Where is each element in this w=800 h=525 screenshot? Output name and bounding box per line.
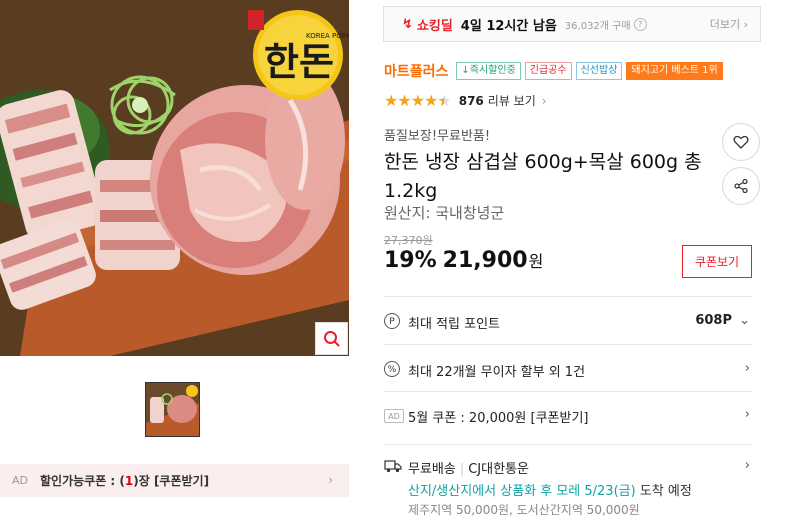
chevron-right-icon: › — [744, 458, 750, 473]
deal-time-left: 4일 12시간 남음 — [460, 18, 557, 34]
points-row[interactable]: P 최대 적립 포인트 608P ⌄ — [384, 296, 752, 344]
pork-photo: 한돈 KOREA PORK — [0, 0, 349, 356]
deal-sold-count: 36,032개 구매 — [564, 20, 631, 32]
installment-label: 최대 22개월 무이자 할부 외 1건 — [408, 365, 586, 380]
coupon-label: 5월 쿠폰 : 20,000원 [쿠폰받기] — [408, 411, 589, 426]
coupon-bar[interactable]: AD 할인가능쿠폰 : (1)장 [쿠폰받기] › — [0, 464, 349, 497]
star-rating: ★★★★★ — [384, 91, 452, 110]
badge-fresh: 신선밥상 — [575, 62, 623, 80]
review-count: 876 — [458, 93, 484, 108]
shipping-row[interactable]: 무료배송 | CJ대한통운 › 산지/생산지에서 상품화 후 모레 5/23(금) … — [384, 444, 752, 525]
ad-label: AD — [12, 474, 28, 487]
coupon-row[interactable]: AD 5월 쿠폰 : 20,000원 [쿠폰받기] › — [384, 391, 752, 436]
discount-rate: 19% — [384, 248, 437, 273]
product-title: 한돈 냉장 삼겹살 600g+목살 600g 총 1.2kg — [384, 151, 702, 202]
review-link[interactable]: 리뷰 보기 — [488, 92, 536, 109]
coupon-bar-text: 할인가능쿠폰 : (1)장 [쿠폰받기] — [40, 474, 210, 488]
percent-icon: % — [384, 361, 400, 377]
deal-label: 쇼킹딜 — [416, 18, 453, 34]
product-origin: 원산지: 국내창녕군 — [384, 204, 505, 222]
original-price: 27,370원 — [384, 234, 433, 247]
share-icon — [734, 178, 748, 194]
price-row: 19% 21,900 원 — [384, 248, 543, 273]
badge-urgent: 긴급공수 — [524, 62, 572, 80]
shop-row: 마트플러스 ↓즉시할인중 긴급공수 신선밥상 돼지고기 베스트 1위 — [384, 61, 723, 81]
shocking-deal-bar: ↯ 쇼킹딜 4일 12시간 남음 36,032개 구매 ? 더보기 › — [383, 6, 761, 42]
chevron-right-icon: › — [744, 361, 750, 376]
coupon-view-button[interactable]: 쿠폰보기 — [682, 245, 752, 278]
sale-price: 21,900 — [442, 248, 528, 273]
chevron-right-icon: › — [541, 93, 547, 108]
carrier-name: CJ대한통운 — [468, 462, 529, 477]
zoom-button[interactable] — [315, 322, 348, 355]
product-thumbnail[interactable] — [145, 382, 200, 437]
rating-row[interactable]: ★★★★★ 876 리뷰 보기 › — [384, 91, 547, 110]
points-label: 최대 적립 포인트 — [408, 317, 500, 332]
ad-badge: AD — [384, 409, 404, 423]
chevron-right-icon: › — [328, 473, 333, 487]
share-button[interactable] — [722, 167, 760, 205]
logo-text: 한돈 — [264, 39, 334, 84]
points-value: 608P — [695, 313, 732, 328]
chevron-right-icon: › — [744, 407, 750, 422]
chevron-down-icon: ⌄ — [739, 313, 750, 328]
points-icon: P — [384, 313, 400, 329]
bolt-icon: ↯ — [402, 16, 413, 32]
deal-more-link[interactable]: 더보기 › — [710, 16, 748, 32]
price-unit: 원 — [528, 252, 544, 271]
product-promo: 품질보장!무료반품! — [384, 129, 491, 144]
shipping-label: 무료배송 | CJ대한통운 — [408, 462, 529, 477]
badge-instant-discount: ↓즉시할인중 — [456, 62, 521, 80]
shipping-extra-fee: 제주지역 50,000원, 도서산간지역 50,000원 — [408, 503, 640, 517]
heart-icon — [733, 135, 749, 149]
delivery-date: 산지/생산지에서 상품화 후 모레 5/23(금) — [408, 484, 636, 499]
help-icon[interactable]: ? — [633, 17, 647, 31]
coupon-count: 1 — [124, 474, 134, 488]
wishlist-button[interactable] — [722, 123, 760, 161]
product-main-image[interactable]: 한돈 KOREA PORK — [0, 0, 349, 356]
logo-subtext: KOREA PORK — [306, 32, 349, 40]
shop-name[interactable]: 마트플러스 — [384, 61, 448, 81]
installment-row[interactable]: % 최대 22개월 무이자 할부 외 1건 › — [384, 344, 752, 391]
truck-icon — [384, 460, 402, 473]
badge-best: 돼지고기 베스트 1위 — [626, 62, 723, 80]
delivery-schedule: 산지/생산지에서 상품화 후 모레 5/23(금) 도착 예정 — [408, 484, 692, 499]
thumbnail-image — [146, 383, 199, 436]
search-icon — [323, 330, 340, 347]
